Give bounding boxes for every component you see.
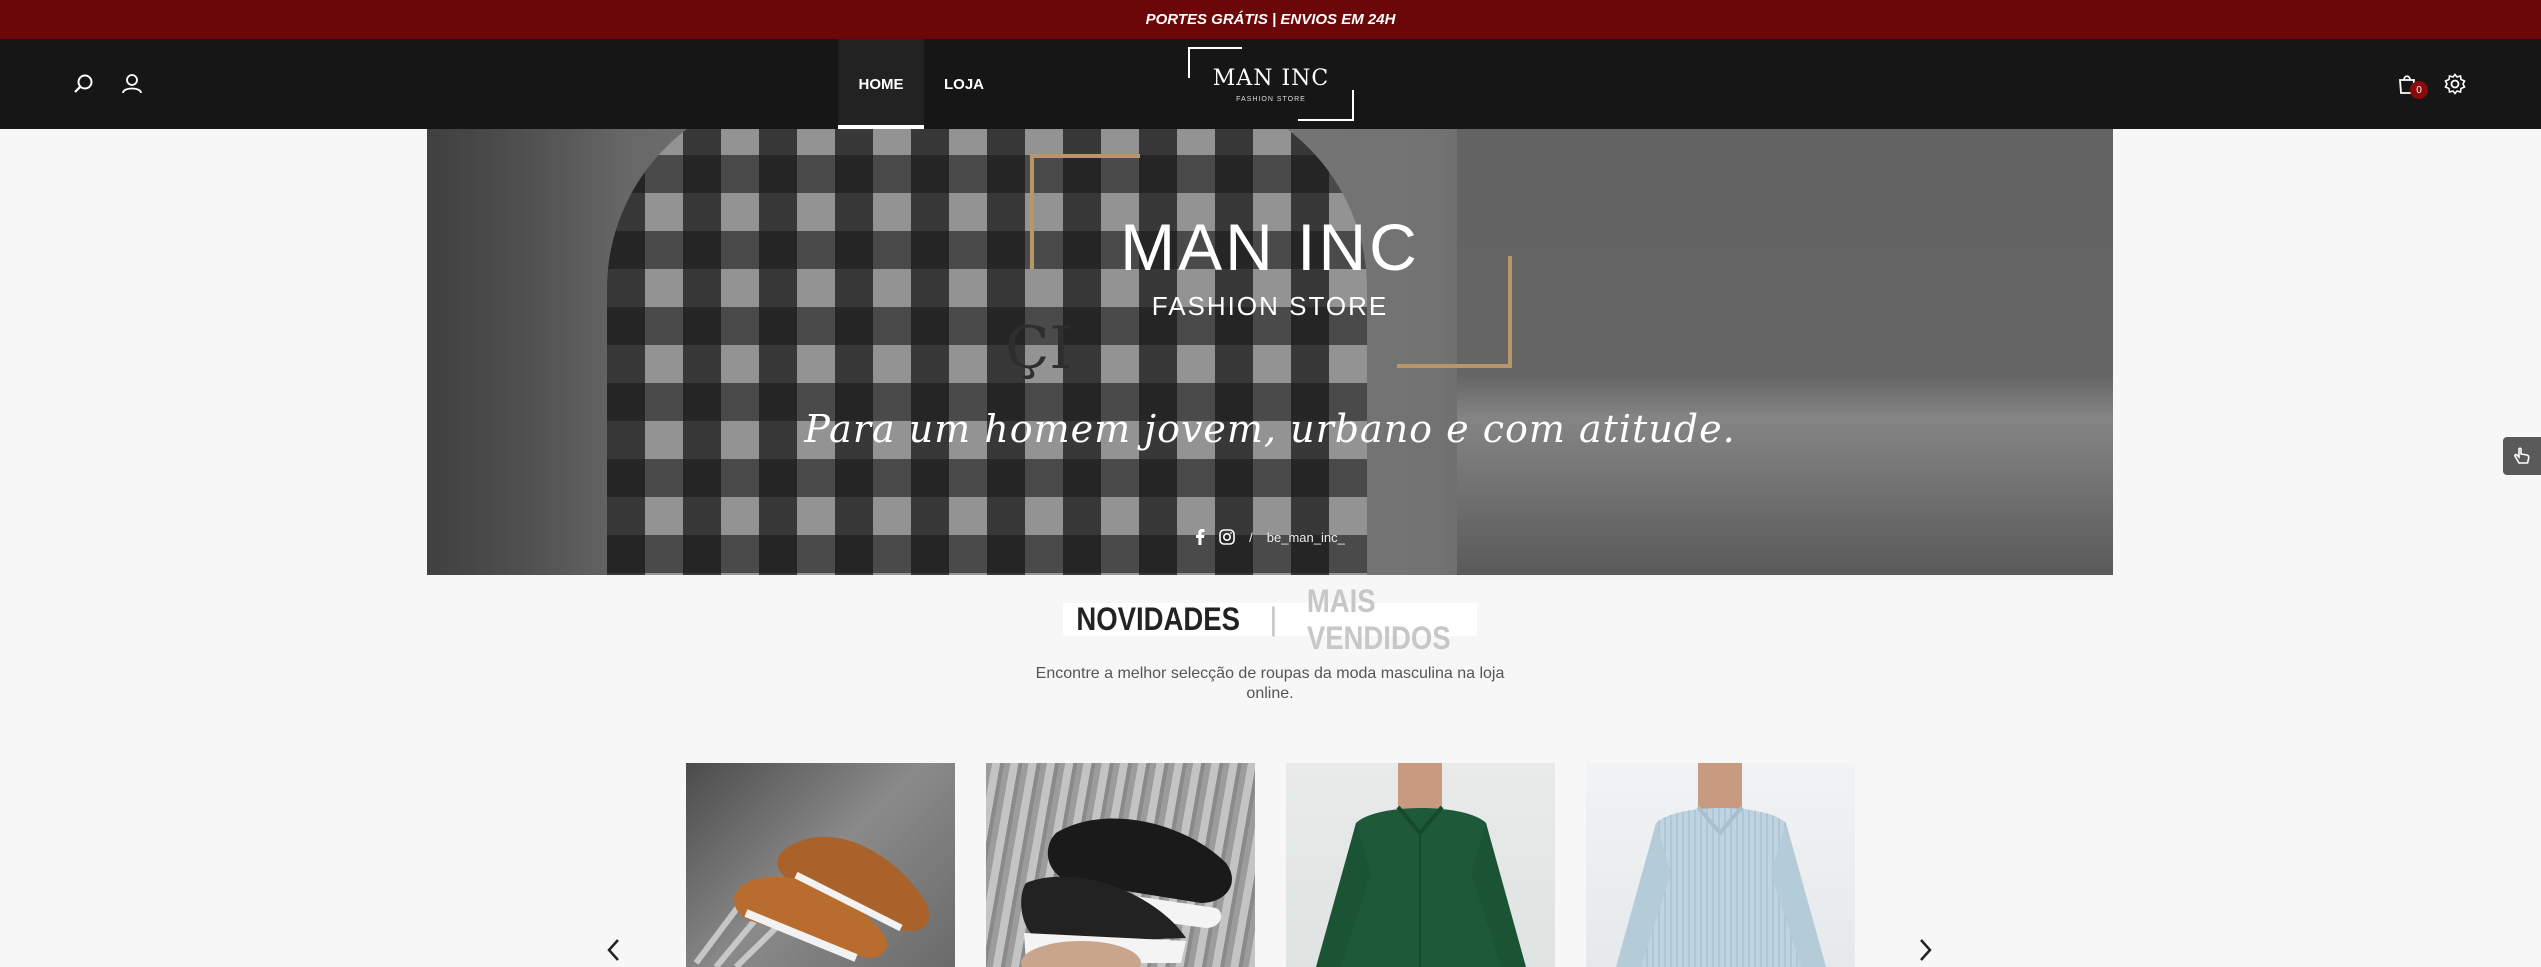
search-icon[interactable]: [67, 67, 101, 101]
tab-novidades[interactable]: NOVIDADES: [1076, 601, 1240, 638]
promo-text: PORTES GRÁTIS | ENVIOS EM 24H: [1145, 11, 1396, 28]
header: HOME LOJA MAN INC FASHION STORE 0: [0, 39, 2541, 129]
social-separator: /: [1249, 529, 1253, 545]
hero-social-links: / be_man_inc_: [427, 529, 2113, 545]
user-icon[interactable]: [115, 67, 149, 101]
hand-pointer-icon: [2514, 447, 2530, 464]
nav-loja-label: LOJA: [943, 75, 984, 93]
product-card-image[interactable]: [1286, 763, 1555, 967]
product-card-image[interactable]: [986, 763, 1255, 967]
tab-separator: |: [1269, 601, 1278, 637]
header-logo-name: MAN INC: [1212, 66, 1330, 91]
carousel-prev-arrow[interactable]: [602, 937, 624, 963]
header-logo-subtitle: FASHION STORE: [1236, 96, 1306, 103]
carousel-next-arrow[interactable]: [1915, 937, 1937, 963]
facebook-icon[interactable]: [1195, 529, 1205, 545]
hero-banner[interactable]: ÇI MAN INC FASHION STORE Para um homem j…: [427, 129, 2113, 575]
nav-home-label: HOME: [858, 75, 904, 93]
product-card-image[interactable]: [1586, 763, 1855, 967]
product-card-image[interactable]: [686, 763, 955, 967]
promo-bar: PORTES GRÁTIS | ENVIOS EM 24H: [0, 0, 2541, 39]
cart-count-badge: 0: [2410, 81, 2428, 99]
shirt-monogram-logo: ÇI: [1005, 314, 1073, 382]
section-intro-text: Encontre a melhor selecção de roupas da …: [1035, 665, 1505, 702]
social-handle[interactable]: be_man_inc_: [1267, 530, 1345, 545]
side-toggle-tab[interactable]: [2503, 437, 2541, 475]
product-tabs: NOVIDADES | MAIS VENDIDOS: [1063, 583, 1477, 656]
header-logo[interactable]: MAN INC FASHION STORE: [1186, 46, 1356, 122]
hero-title: MAN INC: [1120, 210, 1420, 284]
hero-tagline: Para um homem jovem, urbano e com atitud…: [804, 407, 1736, 451]
hero-overlay: [427, 129, 2113, 575]
gear-icon[interactable]: [2438, 67, 2472, 101]
hero-subtitle: FASHION STORE: [1151, 291, 1389, 321]
nav-loja[interactable]: LOJA: [930, 39, 998, 129]
nav-home[interactable]: HOME: [838, 39, 924, 129]
instagram-icon[interactable]: [1219, 529, 1235, 545]
tab-mais-vendidos[interactable]: MAIS VENDIDOS: [1306, 583, 1464, 657]
